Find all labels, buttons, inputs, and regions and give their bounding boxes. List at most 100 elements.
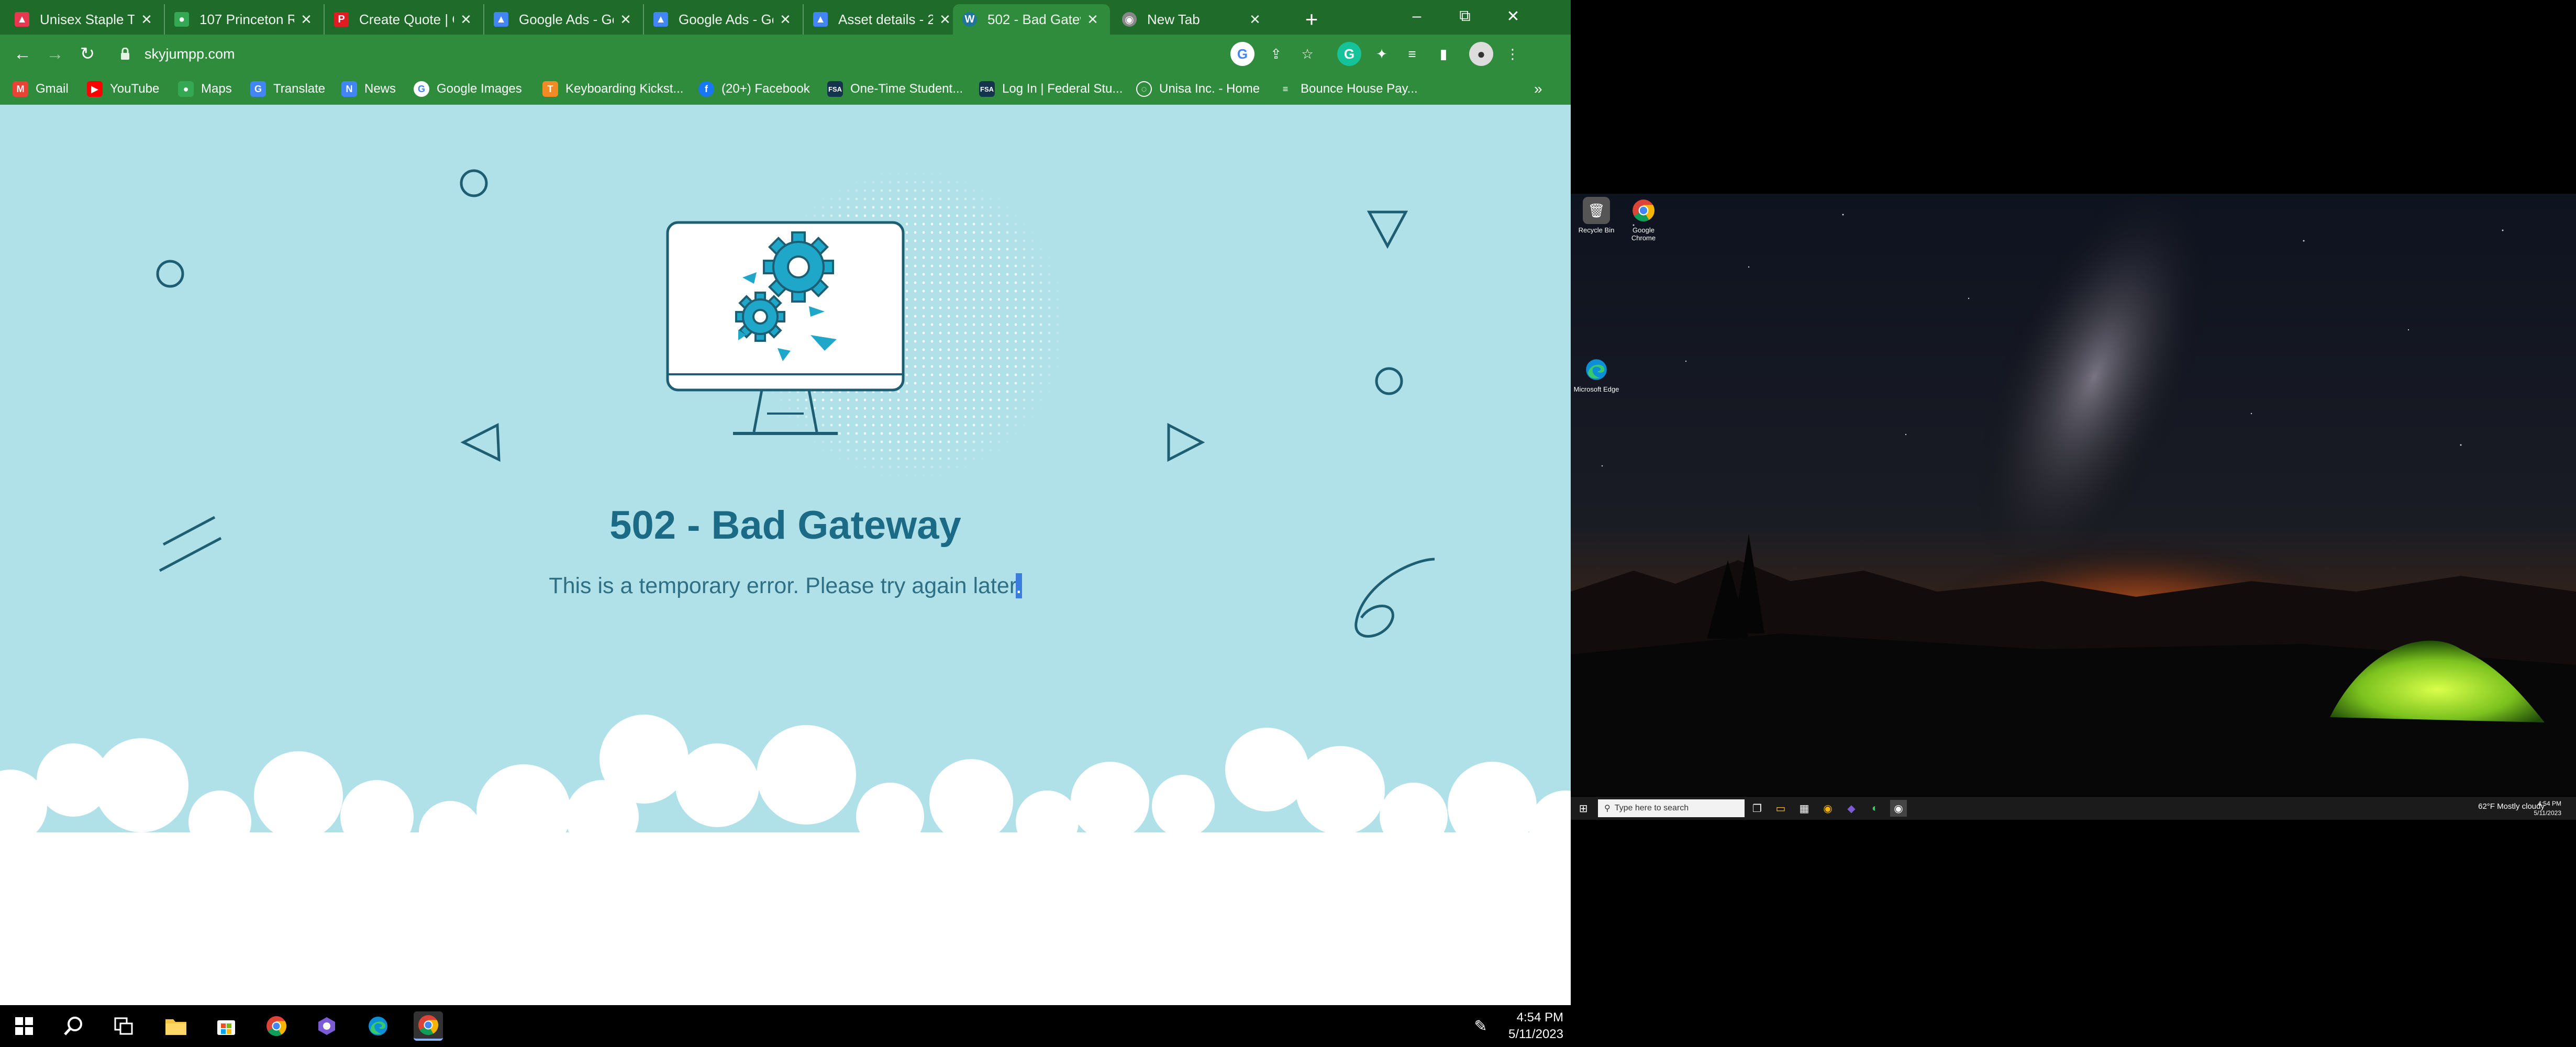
- bookmark-bounce-house[interactable]: ≡ Bounce House Pay...: [1278, 79, 1418, 99]
- tab-unisex-staple[interactable]: ▲ Unisex Staple T- ✕: [5, 4, 165, 35]
- close-window-button[interactable]: ✕: [1489, 0, 1537, 32]
- news-icon: N: [341, 81, 357, 97]
- edge-icon[interactable]: ◐: [1867, 800, 1883, 817]
- pen-icon[interactable]: ✎: [1466, 1011, 1495, 1041]
- tab-close-icon[interactable]: ✕: [937, 12, 953, 28]
- restore-button[interactable]: ⧉: [1441, 0, 1489, 32]
- tab-close-icon[interactable]: ✕: [298, 12, 314, 28]
- triangle-decoration: [1367, 210, 1408, 249]
- taskbar-clock[interactable]: 4:54 PM 5/11/2023: [1508, 1009, 1563, 1043]
- file-explorer-icon[interactable]: ▭: [1772, 800, 1789, 817]
- desktop-wallpaper: [1571, 194, 2576, 796]
- microsoft-store-icon[interactable]: ▦: [1796, 800, 1813, 817]
- google-lens-icon[interactable]: G: [1230, 42, 1254, 66]
- right-monitor: 🗑 Recycle Bin Google Chrome Microsoft Ed…: [1571, 0, 2576, 1047]
- selected-text: .: [1015, 573, 1022, 598]
- profile-avatar[interactable]: ●: [1469, 42, 1493, 66]
- chrome-active-icon[interactable]: ◉: [1890, 800, 1907, 817]
- menu-kebab-icon[interactable]: ⋮: [1501, 42, 1525, 66]
- bookmark-facebook[interactable]: f (20+) Facebook: [698, 79, 810, 99]
- start-icon[interactable]: ⊞: [1575, 800, 1592, 817]
- document-icon: ≡: [1282, 83, 1289, 94]
- tab-new-tab[interactable]: ◉ New Tab ✕: [1113, 4, 1272, 35]
- google-ads-icon: ▲: [653, 12, 668, 27]
- tab-create-quote[interactable]: P Create Quote | C ✕: [325, 4, 484, 35]
- circle-decoration: [156, 260, 184, 288]
- taskbar-right-clock[interactable]: 4:54 PM 5/11/2023: [2534, 799, 2562, 818]
- reload-button[interactable]: ↻: [74, 41, 101, 67]
- bookmark-gmail[interactable]: M Gmail: [13, 79, 69, 99]
- tab-close-icon[interactable]: ✕: [139, 12, 154, 28]
- app-icon[interactable]: [312, 1011, 341, 1041]
- lock-icon[interactable]: [117, 46, 133, 62]
- tab-bad-gateway[interactable]: W 502 - Bad Gatew ✕: [953, 4, 1110, 35]
- desktop-icon-recycle-bin[interactable]: 🗑 Recycle Bin: [1573, 197, 1620, 234]
- forward-button[interactable]: →: [42, 41, 68, 67]
- extensions-icon[interactable]: ✦: [1370, 42, 1394, 66]
- bookmark-maps[interactable]: ● Maps: [178, 79, 232, 99]
- clock-date: 5/11/2023: [2534, 809, 2562, 817]
- task-view-icon[interactable]: [109, 1011, 138, 1041]
- left-monitor: ▲ Unisex Staple T- ✕ ● 107 Princeton R ✕…: [0, 0, 1571, 1047]
- tab-asset-details[interactable]: ▲ Asset details - 2 ✕: [804, 4, 963, 35]
- share-icon[interactable]: ⇪: [1264, 42, 1288, 66]
- chrome-icon: [1630, 197, 1657, 224]
- tab-princeton-maps[interactable]: ● 107 Princeton R ✕: [165, 4, 325, 35]
- task-view-icon[interactable]: ❐: [1749, 800, 1766, 817]
- chrome-icon[interactable]: ◉: [1819, 800, 1836, 817]
- tab-close-icon[interactable]: ✕: [1247, 12, 1263, 28]
- bookmark-google-images[interactable]: G Google Images: [414, 79, 522, 99]
- keyboarding-icon: T: [542, 81, 558, 97]
- error-page: 502 - Bad Gateway This is a temporary er…: [0, 105, 1571, 1005]
- error-illustration: [0, 168, 1571, 1005]
- translate-icon: G: [250, 81, 266, 97]
- tab-close-icon[interactable]: ✕: [1085, 12, 1101, 28]
- bookmark-federal-student[interactable]: FSA Log In | Federal Stu...: [979, 79, 1123, 99]
- side-panel-icon[interactable]: ▮: [1431, 42, 1456, 66]
- edge-icon: [1583, 356, 1610, 383]
- clock-time: 4:54 PM: [1516, 1010, 1563, 1024]
- new-tab-button[interactable]: +: [1298, 6, 1325, 32]
- app-icon[interactable]: ◆: [1843, 800, 1860, 817]
- address-bar[interactable]: skyjumpp.com: [105, 39, 1230, 69]
- google-ads-icon: ▲: [813, 12, 828, 27]
- bookmark-keyboarding[interactable]: T Keyboarding Kickst...: [542, 79, 683, 99]
- chrome-icon: ◉: [1122, 12, 1137, 27]
- bookmark-star-icon[interactable]: ☆: [1295, 42, 1319, 66]
- gear-icon: [763, 231, 834, 303]
- tab-close-icon[interactable]: ✕: [458, 12, 474, 28]
- bookmark-one-time-student[interactable]: FSA One-Time Student...: [827, 79, 963, 99]
- chrome-icon[interactable]: [262, 1011, 291, 1041]
- facebook-icon: f: [698, 81, 714, 97]
- url-text[interactable]: skyjumpp.com: [145, 46, 235, 62]
- wordpress-icon: W: [962, 12, 977, 27]
- grammarly-icon[interactable]: G: [1337, 42, 1361, 66]
- tab-google-ads-1[interactable]: ▲ Google Ads - Ge ✕: [484, 4, 644, 35]
- tab-close-icon[interactable]: ✕: [778, 12, 793, 28]
- chrome-active-icon[interactable]: [414, 1011, 443, 1041]
- edge-icon[interactable]: [363, 1011, 393, 1041]
- bookmark-unisa[interactable]: ◌ Unisa Inc. - Home: [1136, 79, 1260, 99]
- reading-list-icon[interactable]: ≡: [1400, 42, 1424, 66]
- triangle-decoration: [1167, 422, 1205, 462]
- desktop-icon-google-chrome[interactable]: Google Chrome: [1620, 197, 1667, 242]
- back-button[interactable]: ←: [9, 41, 36, 67]
- bookmarks-overflow-button[interactable]: »: [1534, 79, 1542, 99]
- bookmark-news[interactable]: N News: [341, 79, 396, 99]
- minimize-button[interactable]: –: [1393, 0, 1441, 32]
- bookmarks-bar: M Gmail ▶ YouTube ● Maps G Translate N N…: [0, 73, 1571, 105]
- fsa-icon: FSA: [979, 81, 995, 97]
- start-icon[interactable]: [9, 1011, 39, 1041]
- tab-google-ads-2[interactable]: ▲ Google Ads - Ge ✕: [644, 4, 804, 35]
- bookmark-youtube[interactable]: ▶ YouTube: [87, 79, 159, 99]
- microsoft-store-icon[interactable]: [212, 1011, 241, 1041]
- tab-close-icon[interactable]: ✕: [618, 12, 634, 28]
- desktop-icon-microsoft-edge[interactable]: Microsoft Edge: [1573, 356, 1620, 393]
- clouds-decoration: [0, 715, 1571, 1005]
- bookmark-translate[interactable]: G Translate: [250, 79, 325, 99]
- error-message: This is a temporary error. Please try ag…: [0, 573, 1571, 599]
- search-icon[interactable]: [59, 1011, 88, 1041]
- taskbar-search-box[interactable]: ⚲ Type here to search: [1598, 799, 1745, 817]
- file-explorer-icon[interactable]: [161, 1011, 191, 1041]
- circle-decoration: [1375, 367, 1403, 395]
